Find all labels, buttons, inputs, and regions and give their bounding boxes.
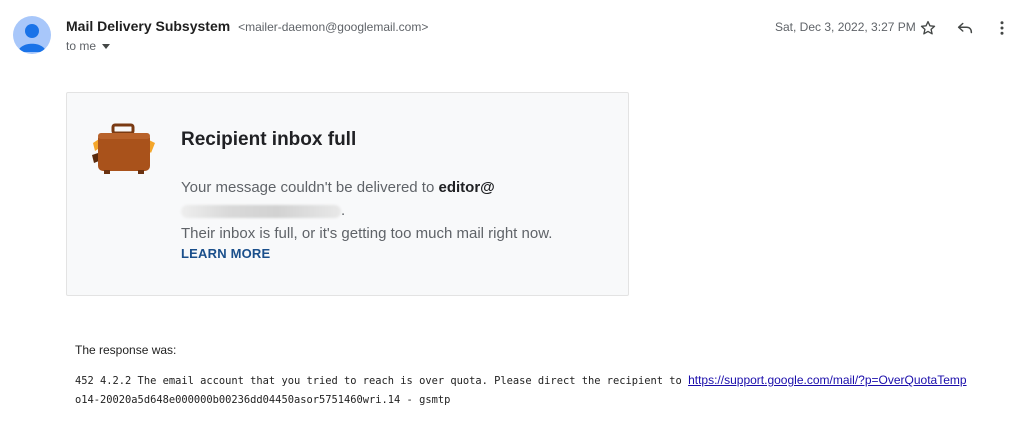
learn-more-link[interactable]: LEARN MORE [181,246,270,261]
card-title: Recipient inbox full [181,129,357,150]
over-quota-link[interactable]: https://support.google.com/mail/?p=OverQ… [688,373,966,387]
message-prefix: Your message couldn't be delivered to [181,179,435,196]
briefcase-icon [89,121,159,177]
redacted-address [181,204,341,218]
response-label: The response was: [75,343,177,357]
to-label: to me [66,39,97,53]
star-icon [920,20,936,35]
bounce-card: Recipient inbox full Your message couldn… [66,92,629,296]
smtp-response-line-1: 452 4.2.2 The email account that you tri… [75,375,682,387]
recipient-address: editor@ [438,179,495,196]
smtp-response: 452 4.2.2 The email account that you tri… [75,371,1005,410]
sender-email: <mailer-daemon@googlemail.com> [238,20,429,34]
more-vertical-icon [1000,21,1004,35]
recipient-details-toggle[interactable]: to me [66,39,111,53]
reply-button[interactable] [953,16,977,40]
star-button[interactable] [916,16,940,40]
chevron-down-icon[interactable] [102,43,111,49]
smtp-response-line-2: o14-20020a5d648e000000b00236dd04450asor5… [75,394,451,406]
sender-line: Mail Delivery Subsystem <mailer-daemon@g… [66,18,428,34]
more-options-button[interactable] [990,16,1014,40]
person-icon [18,24,46,52]
sender-name[interactable]: Mail Delivery Subsystem [66,18,230,34]
timestamp: Sat, Dec 3, 2022, 3:27 PM [775,20,916,34]
message-line-2: Their inbox is full, or it's getting too… [181,225,553,242]
avatar[interactable] [13,16,51,54]
card-message: Your message couldn't be delivered to ed… [181,176,621,245]
message-period: . [341,202,346,219]
reply-icon [957,22,973,34]
